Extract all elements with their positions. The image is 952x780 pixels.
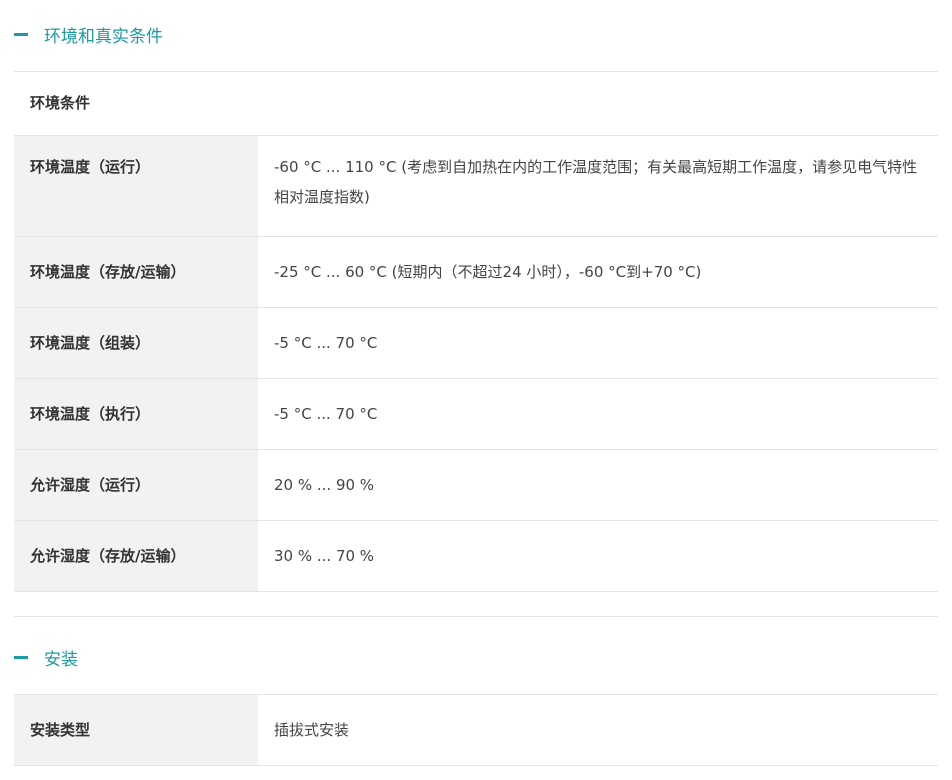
environment-spec-table: 环境条件 环境温度（运行） -60 °C ... 110 °C (考虑到自加热在… <box>14 72 938 592</box>
table-row: 允许湿度（存放/运输） 30 % ... 70 % <box>14 520 938 592</box>
spec-value: 20 % ... 90 % <box>258 449 938 521</box>
minus-icon[interactable] <box>14 655 28 659</box>
installation-spec-table: 安装类型 插拔式安装 <box>14 694 938 766</box>
spec-label: 环境温度（组装） <box>14 307 258 379</box>
table-row: 环境温度（执行） -5 °C ... 70 °C <box>14 378 938 450</box>
table-row: 环境温度（存放/运输） -25 °C ... 60 °C (短期内（不超过24 … <box>14 236 938 308</box>
spec-value: -60 °C ... 110 °C (考虑到自加热在内的工作温度范围；有关最高短… <box>258 135 938 237</box>
section-header-environment[interactable]: 环境和真实条件 <box>14 20 938 48</box>
spec-label: 环境温度（执行） <box>14 378 258 450</box>
minus-icon[interactable] <box>14 32 28 36</box>
spec-label: 安装类型 <box>14 694 258 766</box>
group-label: 环境条件 <box>14 72 938 136</box>
spec-label: 环境温度（运行） <box>14 135 258 237</box>
spec-label: 允许湿度（运行） <box>14 449 258 521</box>
section-header-installation[interactable]: 安装 <box>14 643 938 671</box>
section-title: 环境和真实条件 <box>44 26 163 47</box>
section-title: 安装 <box>44 649 78 670</box>
table-group-row: 环境条件 <box>14 72 938 136</box>
table-row: 允许湿度（运行） 20 % ... 90 % <box>14 449 938 521</box>
divider <box>14 616 938 617</box>
spec-value: 30 % ... 70 % <box>258 520 938 592</box>
spec-value: -5 °C ... 70 °C <box>258 378 938 450</box>
table-row: 环境温度（组装） -5 °C ... 70 °C <box>14 307 938 379</box>
table-row: 安装类型 插拔式安装 <box>14 694 938 766</box>
spec-label: 允许湿度（存放/运输） <box>14 520 258 592</box>
table-row: 环境温度（运行） -60 °C ... 110 °C (考虑到自加热在内的工作温… <box>14 135 938 237</box>
spec-value: 插拔式安装 <box>258 694 938 766</box>
spec-value: -25 °C ... 60 °C (短期内（不超过24 小时），-60 °C到+… <box>258 236 938 308</box>
spec-label: 环境温度（存放/运输） <box>14 236 258 308</box>
spec-value: -5 °C ... 70 °C <box>258 307 938 379</box>
